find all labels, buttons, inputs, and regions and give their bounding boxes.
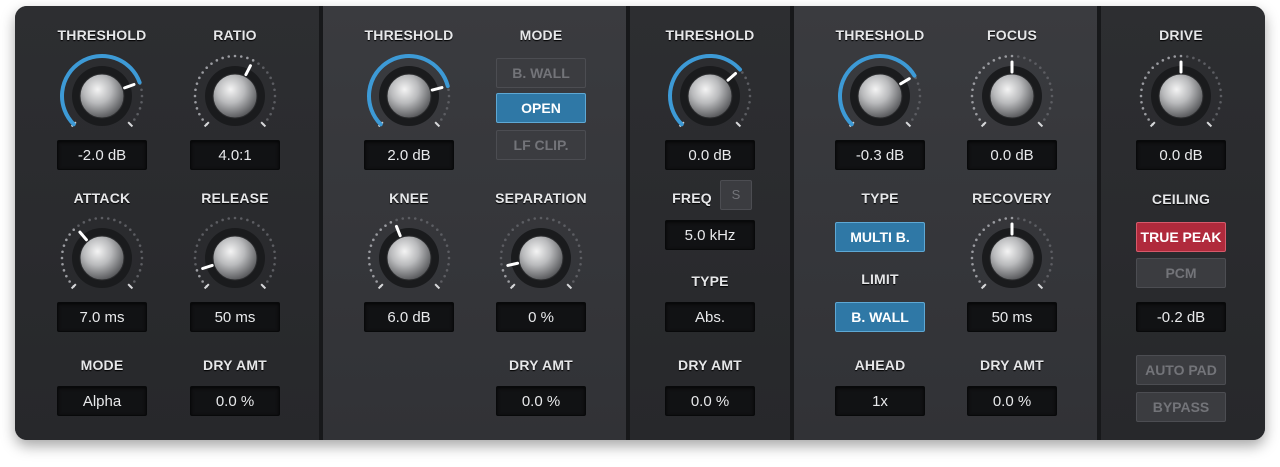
compressor-section: THRESHOLD RATIO -2.0 dB 4.0:1 ATTACK REL…: [15, 6, 319, 440]
limit-bwall-button[interactable]: B. WALL: [835, 302, 925, 332]
eq-section: THRESHOLD 0.0 dB FREQ S 5.0 kHz TYPE Abs…: [630, 6, 790, 440]
threshold-label: THRESHOLD: [57, 27, 147, 43]
release-knob[interactable]: [187, 210, 283, 306]
dry-amt-label: DRY AMT: [980, 357, 1044, 373]
threshold-label: THRESHOLD: [364, 27, 454, 43]
mode-bwall-button[interactable]: B. WALL: [496, 58, 586, 88]
threshold-knob[interactable]: [832, 48, 928, 144]
attack-label: ATTACK: [73, 190, 131, 206]
knob-pointer: [506, 261, 520, 267]
mode-label: MODE: [519, 27, 563, 43]
freq-label: FREQ: [672, 190, 712, 206]
freq-solo-button[interactable]: S: [720, 180, 752, 210]
recovery-knob[interactable]: [964, 210, 1060, 306]
release-value[interactable]: 50 ms: [190, 302, 280, 332]
threshold-value[interactable]: 2.0 dB: [364, 140, 454, 170]
pcm-button[interactable]: PCM: [1136, 258, 1226, 288]
clipper-section: THRESHOLD MODE B. WALL OPEN LF CLIP. 2.0…: [323, 6, 626, 440]
drive-value[interactable]: 0.0 dB: [1136, 140, 1226, 170]
type-selector[interactable]: Abs.: [665, 302, 755, 332]
ceiling-value[interactable]: -0.2 dB: [1136, 302, 1226, 332]
output-section: DRIVE 0.0 dB CEILING TRUE PEAK PCM -0.2 …: [1101, 6, 1265, 440]
ratio-knob[interactable]: [187, 48, 283, 144]
threshold-value[interactable]: -0.3 dB: [835, 140, 925, 170]
threshold-knob[interactable]: [662, 48, 758, 144]
focus-label: FOCUS: [987, 27, 1037, 43]
dry-amt-value[interactable]: 0.0 %: [190, 386, 280, 416]
drive-label: DRIVE: [1159, 27, 1203, 43]
focus-value[interactable]: 0.0 dB: [967, 140, 1057, 170]
recovery-value[interactable]: 50 ms: [967, 302, 1057, 332]
dry-amt-label: DRY AMT: [509, 357, 573, 373]
dry-amt-value[interactable]: 0.0 %: [967, 386, 1057, 416]
threshold-knob[interactable]: [54, 48, 150, 144]
threshold-value[interactable]: 0.0 dB: [665, 140, 755, 170]
mode-lfclip-button[interactable]: LF CLIP.: [496, 130, 586, 160]
freq-value[interactable]: 5.0 kHz: [665, 220, 755, 250]
attack-value[interactable]: 7.0 ms: [57, 302, 147, 332]
knee-label: KNEE: [389, 190, 429, 206]
mode-label: MODE: [80, 357, 124, 373]
separation-knob[interactable]: [493, 210, 589, 306]
ratio-value[interactable]: 4.0:1: [190, 140, 280, 170]
threshold-knob[interactable]: [361, 48, 457, 144]
dry-amt-label: DRY AMT: [203, 357, 267, 373]
limit-label: LIMIT: [861, 271, 899, 287]
threshold-label: THRESHOLD: [665, 27, 755, 43]
bypass-button[interactable]: BYPASS: [1136, 392, 1226, 422]
plugin-window: THRESHOLD RATIO -2.0 dB 4.0:1 ATTACK REL…: [15, 6, 1265, 440]
auto-pad-button[interactable]: AUTO PAD: [1136, 355, 1226, 385]
ratio-label: RATIO: [213, 27, 257, 43]
dry-amt-value[interactable]: 0.0 %: [665, 386, 755, 416]
type-multiband-button[interactable]: MULTI B.: [835, 222, 925, 252]
ahead-label: AHEAD: [854, 357, 906, 373]
threshold-label: THRESHOLD: [835, 27, 925, 43]
dry-amt-value[interactable]: 0.0 %: [496, 386, 586, 416]
knee-knob[interactable]: [361, 210, 457, 306]
type-label: TYPE: [861, 190, 899, 206]
mode-selector[interactable]: Alpha: [57, 386, 147, 416]
knee-value[interactable]: 6.0 dB: [364, 302, 454, 332]
drive-knob[interactable]: [1133, 48, 1229, 144]
mode-open-button[interactable]: OPEN: [496, 93, 586, 123]
dry-amt-label: DRY AMT: [678, 357, 742, 373]
ahead-selector[interactable]: 1x: [835, 386, 925, 416]
limiter-section: THRESHOLD FOCUS -0.3 dB 0.0 dB TYPE RECO…: [794, 6, 1097, 440]
release-label: RELEASE: [201, 190, 269, 206]
focus-knob[interactable]: [964, 48, 1060, 144]
type-label: TYPE: [691, 273, 729, 289]
true-peak-button[interactable]: TRUE PEAK: [1136, 222, 1226, 252]
recovery-label: RECOVERY: [972, 190, 1052, 206]
ceiling-label: CEILING: [1151, 191, 1211, 207]
separation-value[interactable]: 0 %: [496, 302, 586, 332]
attack-knob[interactable]: [54, 210, 150, 306]
threshold-value[interactable]: -2.0 dB: [57, 140, 147, 170]
separation-label: SEPARATION: [495, 190, 587, 206]
